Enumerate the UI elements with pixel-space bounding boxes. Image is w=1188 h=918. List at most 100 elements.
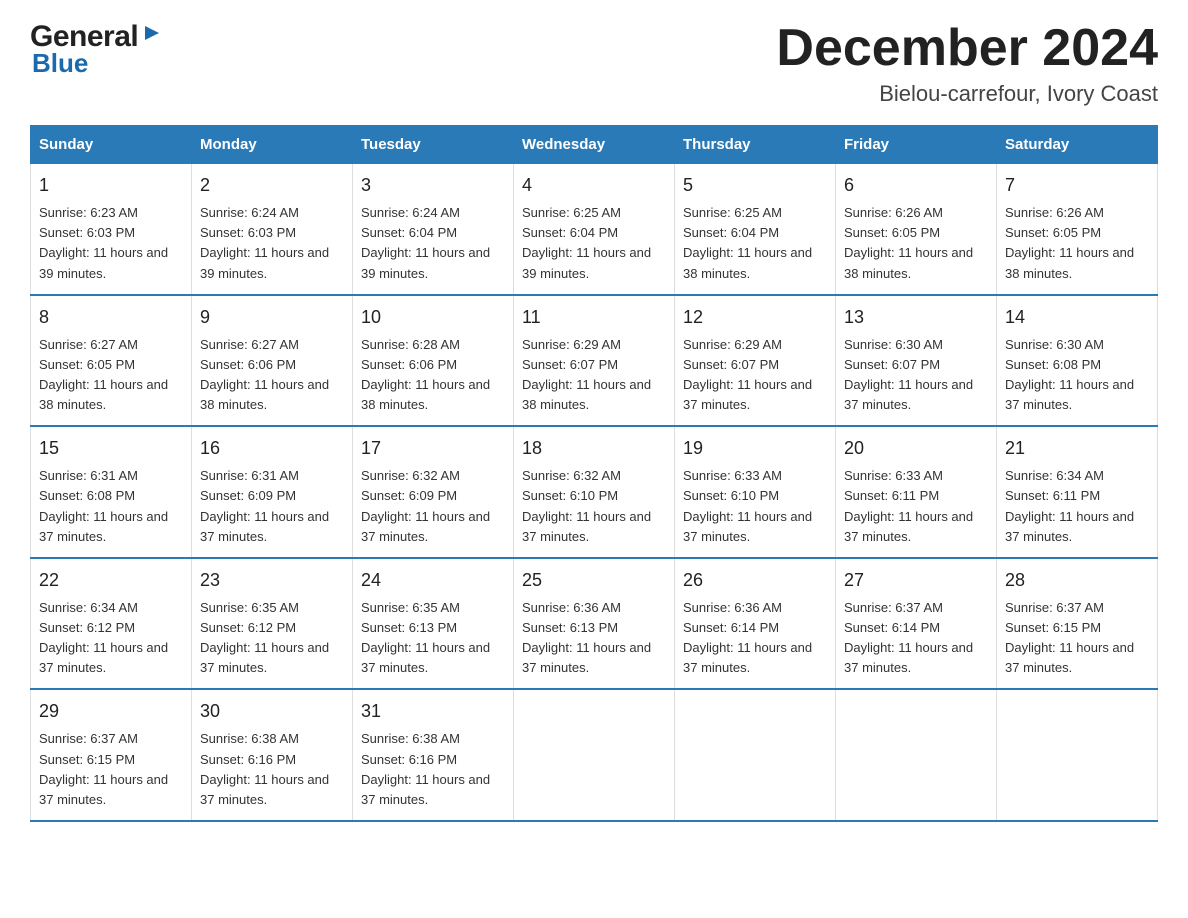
day-number: 19 — [683, 435, 827, 462]
day-info: Sunrise: 6:32 AMSunset: 6:09 PMDaylight:… — [361, 466, 505, 547]
calendar-cell: 7 Sunrise: 6:26 AMSunset: 6:05 PMDayligh… — [997, 164, 1158, 295]
header-friday: Friday — [836, 126, 997, 164]
day-number: 28 — [1005, 567, 1149, 594]
day-number: 9 — [200, 304, 344, 331]
week-row-4: 22 Sunrise: 6:34 AMSunset: 6:12 PMDaylig… — [31, 558, 1158, 690]
location-title: Bielou-carrefour, Ivory Coast — [776, 81, 1158, 107]
day-number: 20 — [844, 435, 988, 462]
day-info: Sunrise: 6:27 AMSunset: 6:05 PMDaylight:… — [39, 335, 183, 416]
day-info: Sunrise: 6:38 AMSunset: 6:16 PMDaylight:… — [361, 729, 505, 810]
calendar-cell: 21 Sunrise: 6:34 AMSunset: 6:11 PMDaylig… — [997, 426, 1158, 558]
day-number: 11 — [522, 304, 666, 331]
calendar-cell: 8 Sunrise: 6:27 AMSunset: 6:05 PMDayligh… — [31, 295, 192, 427]
day-info: Sunrise: 6:33 AMSunset: 6:11 PMDaylight:… — [844, 466, 988, 547]
calendar-cell — [997, 689, 1158, 821]
calendar-cell: 28 Sunrise: 6:37 AMSunset: 6:15 PMDaylig… — [997, 558, 1158, 690]
day-number: 24 — [361, 567, 505, 594]
title-area: December 2024 Bielou-carrefour, Ivory Co… — [776, 20, 1158, 107]
day-info: Sunrise: 6:25 AMSunset: 6:04 PMDaylight:… — [522, 203, 666, 284]
day-number: 7 — [1005, 172, 1149, 199]
day-info: Sunrise: 6:34 AMSunset: 6:11 PMDaylight:… — [1005, 466, 1149, 547]
day-number: 22 — [39, 567, 183, 594]
day-number: 2 — [200, 172, 344, 199]
day-info: Sunrise: 6:33 AMSunset: 6:10 PMDaylight:… — [683, 466, 827, 547]
header-tuesday: Tuesday — [353, 126, 514, 164]
calendar-cell: 12 Sunrise: 6:29 AMSunset: 6:07 PMDaylig… — [675, 295, 836, 427]
day-number: 29 — [39, 698, 183, 725]
calendar-cell: 25 Sunrise: 6:36 AMSunset: 6:13 PMDaylig… — [514, 558, 675, 690]
day-info: Sunrise: 6:30 AMSunset: 6:07 PMDaylight:… — [844, 335, 988, 416]
calendar-cell: 4 Sunrise: 6:25 AMSunset: 6:04 PMDayligh… — [514, 164, 675, 295]
day-number: 10 — [361, 304, 505, 331]
header-thursday: Thursday — [675, 126, 836, 164]
day-number: 18 — [522, 435, 666, 462]
day-info: Sunrise: 6:25 AMSunset: 6:04 PMDaylight:… — [683, 203, 827, 284]
day-number: 21 — [1005, 435, 1149, 462]
day-info: Sunrise: 6:34 AMSunset: 6:12 PMDaylight:… — [39, 598, 183, 679]
calendar-cell: 9 Sunrise: 6:27 AMSunset: 6:06 PMDayligh… — [192, 295, 353, 427]
calendar-cell: 30 Sunrise: 6:38 AMSunset: 6:16 PMDaylig… — [192, 689, 353, 821]
day-info: Sunrise: 6:37 AMSunset: 6:15 PMDaylight:… — [1005, 598, 1149, 679]
day-info: Sunrise: 6:30 AMSunset: 6:08 PMDaylight:… — [1005, 335, 1149, 416]
calendar-cell — [514, 689, 675, 821]
day-info: Sunrise: 6:24 AMSunset: 6:04 PMDaylight:… — [361, 203, 505, 284]
day-info: Sunrise: 6:29 AMSunset: 6:07 PMDaylight:… — [683, 335, 827, 416]
day-number: 30 — [200, 698, 344, 725]
day-info: Sunrise: 6:35 AMSunset: 6:12 PMDaylight:… — [200, 598, 344, 679]
logo-blue-text: Blue — [32, 48, 88, 79]
day-info: Sunrise: 6:31 AMSunset: 6:09 PMDaylight:… — [200, 466, 344, 547]
calendar-cell: 11 Sunrise: 6:29 AMSunset: 6:07 PMDaylig… — [514, 295, 675, 427]
day-number: 8 — [39, 304, 183, 331]
day-info: Sunrise: 6:37 AMSunset: 6:15 PMDaylight:… — [39, 729, 183, 810]
day-info: Sunrise: 6:36 AMSunset: 6:13 PMDaylight:… — [522, 598, 666, 679]
day-number: 1 — [39, 172, 183, 199]
day-info: Sunrise: 6:27 AMSunset: 6:06 PMDaylight:… — [200, 335, 344, 416]
day-info: Sunrise: 6:29 AMSunset: 6:07 PMDaylight:… — [522, 335, 666, 416]
calendar-cell: 24 Sunrise: 6:35 AMSunset: 6:13 PMDaylig… — [353, 558, 514, 690]
calendar-cell: 15 Sunrise: 6:31 AMSunset: 6:08 PMDaylig… — [31, 426, 192, 558]
calendar-cell: 6 Sunrise: 6:26 AMSunset: 6:05 PMDayligh… — [836, 164, 997, 295]
calendar-cell: 18 Sunrise: 6:32 AMSunset: 6:10 PMDaylig… — [514, 426, 675, 558]
calendar-cell: 16 Sunrise: 6:31 AMSunset: 6:09 PMDaylig… — [192, 426, 353, 558]
calendar-cell: 20 Sunrise: 6:33 AMSunset: 6:11 PMDaylig… — [836, 426, 997, 558]
calendar-table: SundayMondayTuesdayWednesdayThursdayFrid… — [30, 125, 1158, 822]
calendar-header-row: SundayMondayTuesdayWednesdayThursdayFrid… — [31, 126, 1158, 164]
day-number: 27 — [844, 567, 988, 594]
calendar-cell: 22 Sunrise: 6:34 AMSunset: 6:12 PMDaylig… — [31, 558, 192, 690]
day-number: 3 — [361, 172, 505, 199]
calendar-cell: 26 Sunrise: 6:36 AMSunset: 6:14 PMDaylig… — [675, 558, 836, 690]
calendar-cell — [836, 689, 997, 821]
day-info: Sunrise: 6:38 AMSunset: 6:16 PMDaylight:… — [200, 729, 344, 810]
logo-arrow-icon — [141, 22, 163, 49]
day-info: Sunrise: 6:24 AMSunset: 6:03 PMDaylight:… — [200, 203, 344, 284]
week-row-5: 29 Sunrise: 6:37 AMSunset: 6:15 PMDaylig… — [31, 689, 1158, 821]
day-info: Sunrise: 6:28 AMSunset: 6:06 PMDaylight:… — [361, 335, 505, 416]
day-number: 13 — [844, 304, 988, 331]
calendar-cell: 3 Sunrise: 6:24 AMSunset: 6:04 PMDayligh… — [353, 164, 514, 295]
calendar-cell: 2 Sunrise: 6:24 AMSunset: 6:03 PMDayligh… — [192, 164, 353, 295]
day-number: 12 — [683, 304, 827, 331]
calendar-cell: 29 Sunrise: 6:37 AMSunset: 6:15 PMDaylig… — [31, 689, 192, 821]
calendar-cell: 17 Sunrise: 6:32 AMSunset: 6:09 PMDaylig… — [353, 426, 514, 558]
week-row-3: 15 Sunrise: 6:31 AMSunset: 6:08 PMDaylig… — [31, 426, 1158, 558]
week-row-1: 1 Sunrise: 6:23 AMSunset: 6:03 PMDayligh… — [31, 164, 1158, 295]
month-title: December 2024 — [776, 20, 1158, 77]
day-number: 17 — [361, 435, 505, 462]
calendar-cell: 13 Sunrise: 6:30 AMSunset: 6:07 PMDaylig… — [836, 295, 997, 427]
header-saturday: Saturday — [997, 126, 1158, 164]
header-wednesday: Wednesday — [514, 126, 675, 164]
calendar-cell: 14 Sunrise: 6:30 AMSunset: 6:08 PMDaylig… — [997, 295, 1158, 427]
calendar-cell — [675, 689, 836, 821]
day-number: 14 — [1005, 304, 1149, 331]
day-info: Sunrise: 6:36 AMSunset: 6:14 PMDaylight:… — [683, 598, 827, 679]
day-info: Sunrise: 6:26 AMSunset: 6:05 PMDaylight:… — [1005, 203, 1149, 284]
day-info: Sunrise: 6:32 AMSunset: 6:10 PMDaylight:… — [522, 466, 666, 547]
day-info: Sunrise: 6:35 AMSunset: 6:13 PMDaylight:… — [361, 598, 505, 679]
day-info: Sunrise: 6:31 AMSunset: 6:08 PMDaylight:… — [39, 466, 183, 547]
header-sunday: Sunday — [31, 126, 192, 164]
day-info: Sunrise: 6:23 AMSunset: 6:03 PMDaylight:… — [39, 203, 183, 284]
day-number: 23 — [200, 567, 344, 594]
calendar-cell: 23 Sunrise: 6:35 AMSunset: 6:12 PMDaylig… — [192, 558, 353, 690]
calendar-cell: 10 Sunrise: 6:28 AMSunset: 6:06 PMDaylig… — [353, 295, 514, 427]
week-row-2: 8 Sunrise: 6:27 AMSunset: 6:05 PMDayligh… — [31, 295, 1158, 427]
